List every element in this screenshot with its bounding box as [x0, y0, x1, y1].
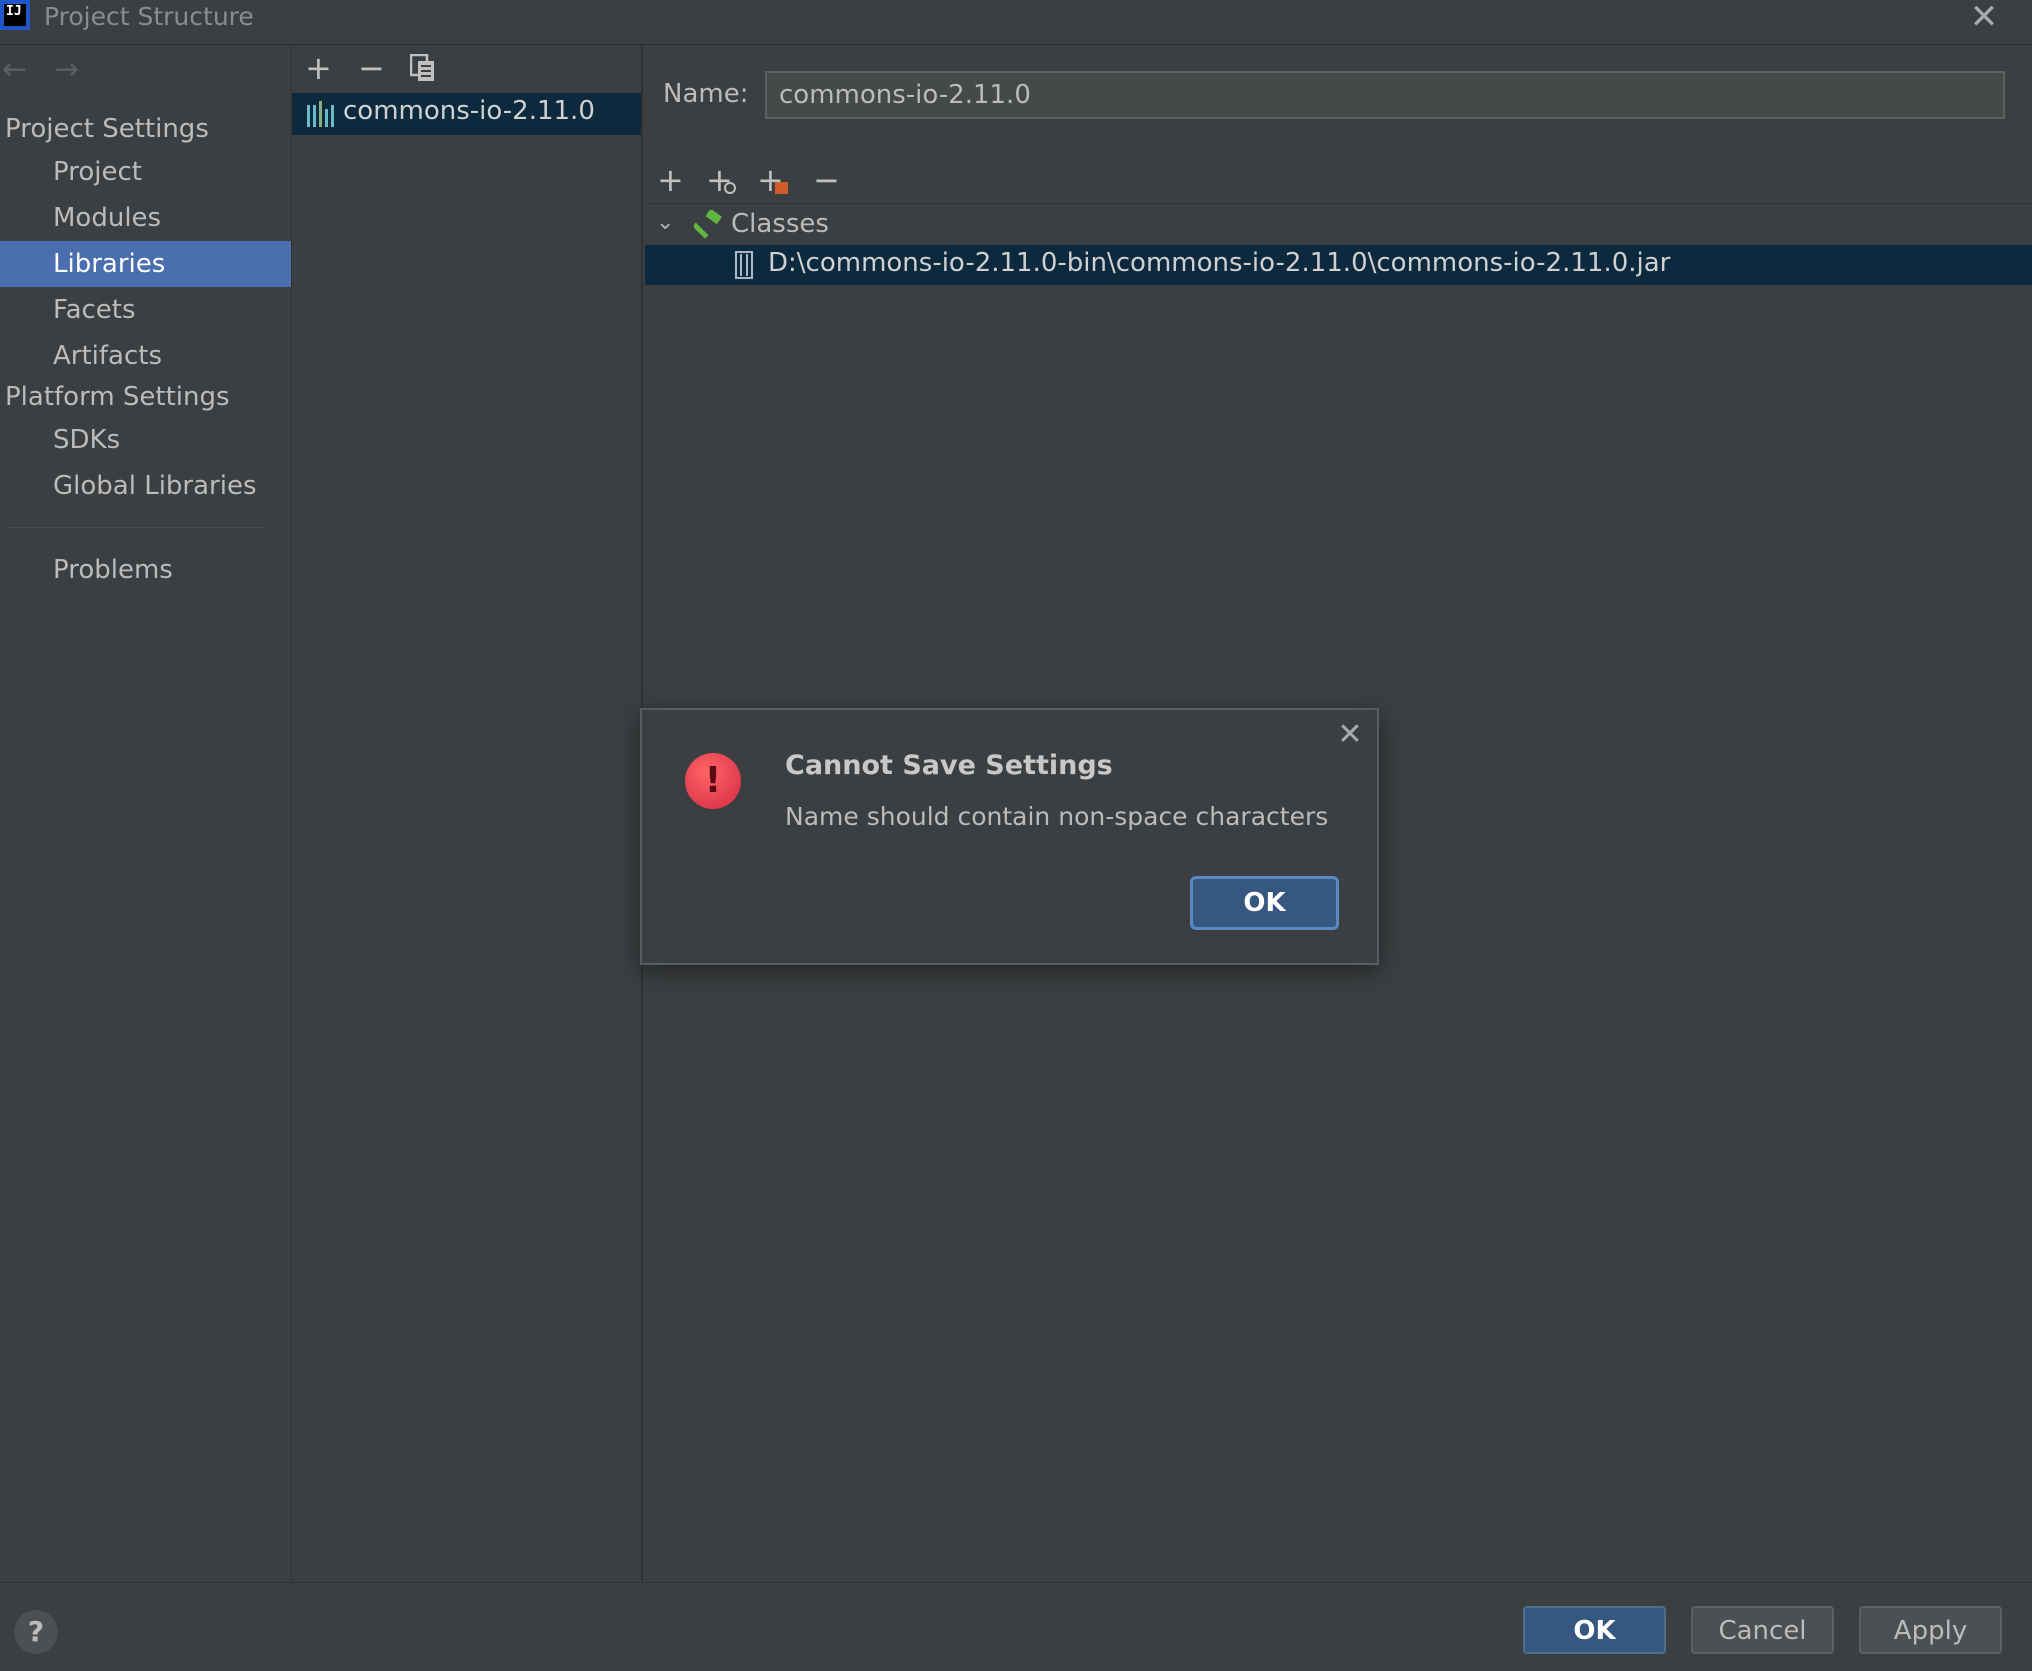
sidebar-item-problems[interactable]: Problems — [0, 547, 291, 593]
remove-library-icon[interactable]: − — [358, 52, 385, 84]
back-arrow-icon[interactable]: ← — [2, 52, 27, 87]
copy-icon[interactable] — [409, 53, 436, 82]
sidebar-item-project[interactable]: Project — [0, 149, 291, 195]
hammer-icon — [692, 208, 724, 240]
jar-file-icon — [735, 251, 753, 279]
error-icon: ! — [685, 753, 741, 809]
sidebar-divider — [6, 527, 266, 528]
library-name-input[interactable] — [765, 71, 2005, 119]
sidebar-item-facets[interactable]: Facets — [0, 287, 291, 333]
intellij-app-icon: IJ — [0, 0, 30, 30]
dialog-close-icon[interactable]: ✕ — [1336, 718, 1364, 752]
ok-button[interactable]: OK — [1523, 1606, 1666, 1654]
title-bar — [0, 0, 2032, 45]
library-icon — [306, 101, 336, 127]
add-library-icon[interactable]: + — [305, 52, 332, 84]
sidebar-item-artifacts[interactable]: Artifacts — [0, 333, 291, 379]
classes-node-label[interactable]: Classes — [731, 209, 829, 239]
sidebar-item-libraries[interactable]: Libraries — [0, 241, 291, 287]
platform-settings-header: Platform Settings — [5, 382, 230, 412]
window-title: Project Structure — [44, 2, 254, 31]
forward-arrow-icon[interactable]: → — [54, 52, 79, 87]
cancel-button[interactable]: Cancel — [1691, 1606, 1834, 1654]
sidebar-item-modules[interactable]: Modules — [0, 195, 291, 241]
remove-root-icon[interactable]: − — [813, 164, 840, 196]
chevron-down-icon[interactable]: ⌄ — [656, 210, 674, 235]
name-label: Name: — [663, 79, 749, 109]
dialog-ok-button[interactable]: OK — [1190, 876, 1339, 930]
sidebar-item-global-libraries[interactable]: Global Libraries — [0, 463, 291, 509]
add-root-icon[interactable]: + — [657, 164, 684, 196]
libraries-list-panel — [292, 45, 643, 1581]
globe-badge-icon — [724, 182, 736, 194]
library-list-item-label: commons-io-2.11.0 — [343, 96, 595, 126]
dialog-message: Name should contain non-space characters — [785, 802, 1329, 831]
project-settings-header: Project Settings — [5, 114, 209, 144]
window-close-icon[interactable]: ✕ — [1962, 0, 2006, 36]
jar-path-label: D:\commons-io-2.11.0-bin\commons-io-2.11… — [768, 248, 1671, 278]
jar-badge-icon — [775, 182, 788, 194]
apply-button[interactable]: Apply — [1859, 1606, 2002, 1654]
help-button[interactable]: ? — [14, 1610, 58, 1654]
dialog-title: Cannot Save Settings — [785, 750, 1113, 781]
sidebar-item-sdks[interactable]: SDKs — [0, 417, 291, 463]
